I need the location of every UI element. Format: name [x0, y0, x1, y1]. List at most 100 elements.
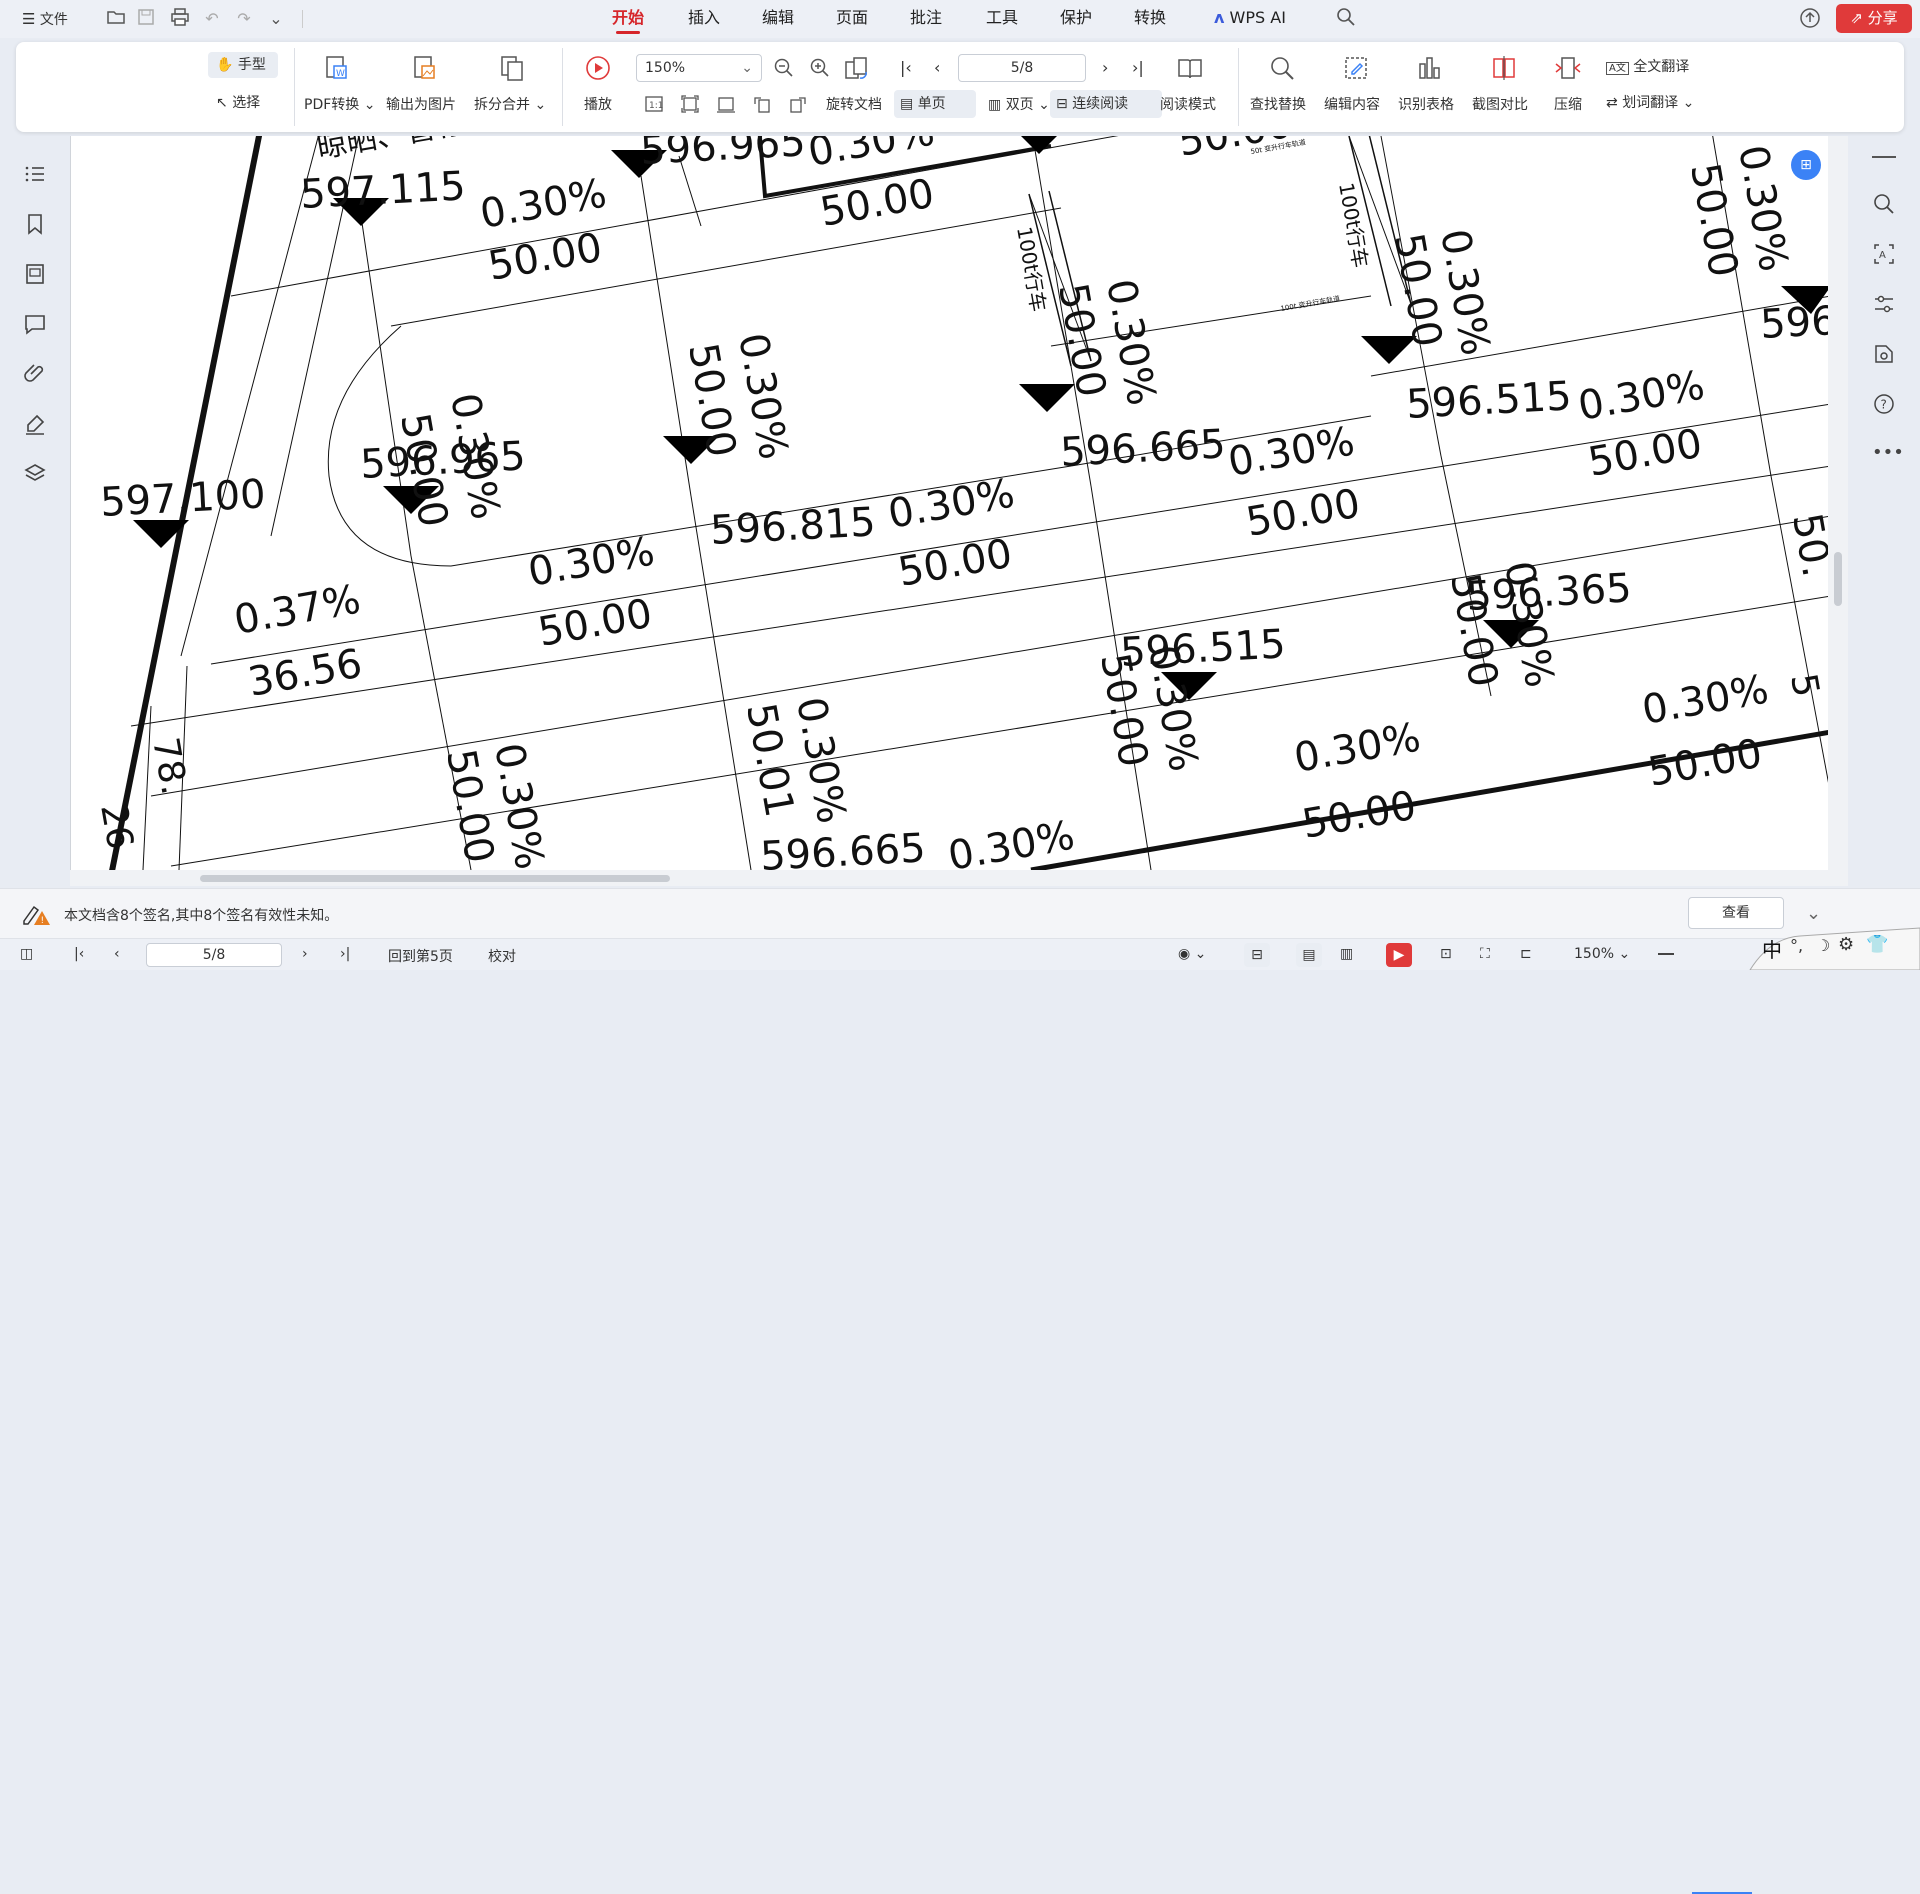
image-toolbox-icon[interactable]: ⊞	[1791, 150, 1821, 180]
reading-mode-button[interactable]: 阅读模式	[1160, 94, 1216, 114]
prev-page-icon[interactable]: ‹	[114, 946, 120, 962]
reading-mode-icon[interactable]	[1176, 54, 1204, 82]
rotate-document-button[interactable]: 旋转文档	[826, 94, 882, 114]
recognize-table-button[interactable]: 识别表格	[1398, 94, 1454, 114]
hand-tool-button[interactable]: ✋ 手型	[208, 52, 278, 78]
export-image-icon[interactable]	[410, 54, 438, 82]
vertical-scroll-thumb[interactable]	[1834, 552, 1842, 606]
search-icon[interactable]	[1334, 7, 1358, 31]
fit-page-icon[interactable]	[680, 94, 700, 114]
page-number-input[interactable]: 5/8	[958, 54, 1086, 82]
continuous-reading-button[interactable]: ⊟ 连续阅读	[1050, 90, 1162, 118]
rotate-right-icon[interactable]	[788, 94, 808, 114]
tab-start[interactable]: 开始	[612, 0, 644, 38]
gear-icon[interactable]: ⚙	[1838, 934, 1854, 955]
split-merge-button[interactable]: 拆分合并 ⌄	[474, 94, 546, 114]
signature-icon[interactable]	[23, 412, 47, 436]
attachment-icon[interactable]	[23, 362, 47, 386]
recognize-table-icon[interactable]	[1416, 54, 1444, 82]
fit-page-icon[interactable]: ⛶	[1480, 946, 1490, 962]
zoom-in-icon[interactable]	[810, 58, 830, 78]
comment-icon[interactable]	[23, 312, 47, 336]
zoom-select[interactable]: 150% ⌄	[1574, 946, 1630, 962]
play-icon[interactable]: ▶	[1386, 943, 1412, 967]
punctuation-icon[interactable]: °,	[1790, 936, 1803, 955]
compress-button[interactable]: 压缩	[1554, 94, 1582, 114]
pdf-convert-button[interactable]: PDF转换 ⌄	[304, 94, 375, 114]
tab-protect[interactable]: 保护	[1060, 0, 1092, 38]
cloud-upload-icon[interactable]	[1798, 7, 1822, 31]
double-page-view-icon[interactable]: ▥	[1340, 946, 1353, 962]
shirt-icon[interactable]: 👕	[1866, 934, 1888, 955]
ime-language-label[interactable]: 中	[1762, 934, 1782, 963]
single-page-button[interactable]: ▤ 单页	[894, 90, 976, 118]
split-merge-icon[interactable]	[498, 54, 526, 82]
edit-content-icon[interactable]	[1342, 54, 1370, 82]
fit-width-icon[interactable]: ⊏	[1520, 946, 1532, 962]
find-replace-icon[interactable]	[1268, 54, 1296, 82]
next-page-icon[interactable]: ›	[302, 946, 308, 962]
select-tool-button[interactable]: ↖ 选择	[216, 92, 260, 112]
vertical-scrollbar[interactable]	[1828, 136, 1848, 884]
bookmark-icon[interactable]	[23, 212, 47, 236]
proofread-button[interactable]: 校对	[488, 946, 516, 966]
single-page-view-icon[interactable]: ▤	[1296, 943, 1322, 967]
fit-width-icon[interactable]	[716, 94, 736, 114]
chevron-down-icon[interactable]: ⌄	[264, 7, 288, 31]
full-translate-button[interactable]: A文 全文翻译	[1606, 56, 1689, 76]
text-recognition-icon[interactable]: A	[1872, 242, 1896, 266]
play-icon[interactable]	[584, 54, 612, 82]
tab-convert[interactable]: 转换	[1134, 0, 1166, 38]
layers-icon[interactable]	[23, 462, 47, 486]
open-folder-icon[interactable]	[104, 7, 128, 31]
double-page-button[interactable]: ▥ 双页 ⌄	[988, 94, 1050, 114]
zoom-out-icon[interactable]	[1658, 953, 1674, 955]
tab-insert[interactable]: 插入	[688, 0, 720, 38]
moon-icon[interactable]: ☽	[1816, 936, 1830, 955]
print-icon[interactable]	[168, 7, 192, 31]
screenshot-compare-icon[interactable]	[1490, 54, 1518, 82]
wps-ai-button[interactable]: ᴧ WPS AI	[1214, 0, 1286, 38]
find-replace-button[interactable]: 查找替换	[1250, 94, 1306, 114]
rotate-document-icon[interactable]	[842, 54, 870, 82]
outline-icon[interactable]	[23, 162, 47, 186]
sidebar-toggle-icon[interactable]: ◫	[20, 946, 33, 962]
next-page-icon[interactable]: ›	[1102, 58, 1108, 77]
screenshot-compare-button[interactable]: 截图对比	[1472, 94, 1528, 114]
word-translate-button[interactable]: ⇄ 划词翻译 ⌄	[1606, 92, 1694, 112]
last-page-icon[interactable]: ›|	[1132, 58, 1144, 77]
tab-page[interactable]: 页面	[836, 0, 868, 38]
tab-tools[interactable]: 工具	[986, 0, 1018, 38]
pdf-convert-icon[interactable]: W	[322, 54, 350, 82]
play-button[interactable]: 播放	[584, 94, 612, 114]
undo-icon[interactable]: ↶	[200, 7, 224, 31]
horizontal-scroll-thumb[interactable]	[200, 875, 670, 882]
eye-protection-icon[interactable]: ◉ ⌄	[1178, 946, 1206, 962]
first-page-icon[interactable]: |‹	[900, 58, 912, 77]
search-icon[interactable]	[1872, 192, 1896, 216]
rotate-left-icon[interactable]	[752, 94, 772, 114]
zoom-select[interactable]: 150% ⌄	[636, 54, 762, 82]
edit-content-button[interactable]: 编辑内容	[1324, 94, 1380, 114]
actual-size-icon[interactable]: 1:1	[644, 94, 664, 114]
go-to-page-link[interactable]: 回到第5页	[388, 946, 453, 966]
thumbnail-icon[interactable]	[23, 262, 47, 286]
zoom-out-icon[interactable]	[774, 58, 794, 78]
export-image-button[interactable]: 输出为图片	[386, 94, 456, 114]
settings-sliders-icon[interactable]	[1872, 292, 1896, 316]
compress-icon[interactable]	[1554, 54, 1582, 82]
save-icon[interactable]	[134, 7, 158, 31]
reading-guide-icon[interactable]	[1872, 342, 1896, 366]
file-menu[interactable]: ☰ 文件	[22, 0, 68, 38]
status-page-input[interactable]: 5/8	[146, 943, 282, 967]
tab-annotate[interactable]: 批注	[910, 0, 942, 38]
ime-toolbar[interactable]: 中 °, ☽ ⚙ 👕	[1740, 918, 1920, 971]
help-icon[interactable]: ?	[1872, 392, 1896, 416]
document-page[interactable]: 597.115 596.965 596.815 596.665 596.515 …	[70, 136, 1828, 870]
redo-icon[interactable]: ↷	[232, 7, 256, 31]
prev-page-icon[interactable]: ‹	[934, 58, 940, 77]
tab-edit[interactable]: 编辑	[762, 0, 794, 38]
more-icon[interactable]: •••	[1872, 442, 1904, 466]
minimize-panel-icon[interactable]	[1872, 156, 1896, 158]
first-page-icon[interactable]: |‹	[74, 946, 84, 962]
